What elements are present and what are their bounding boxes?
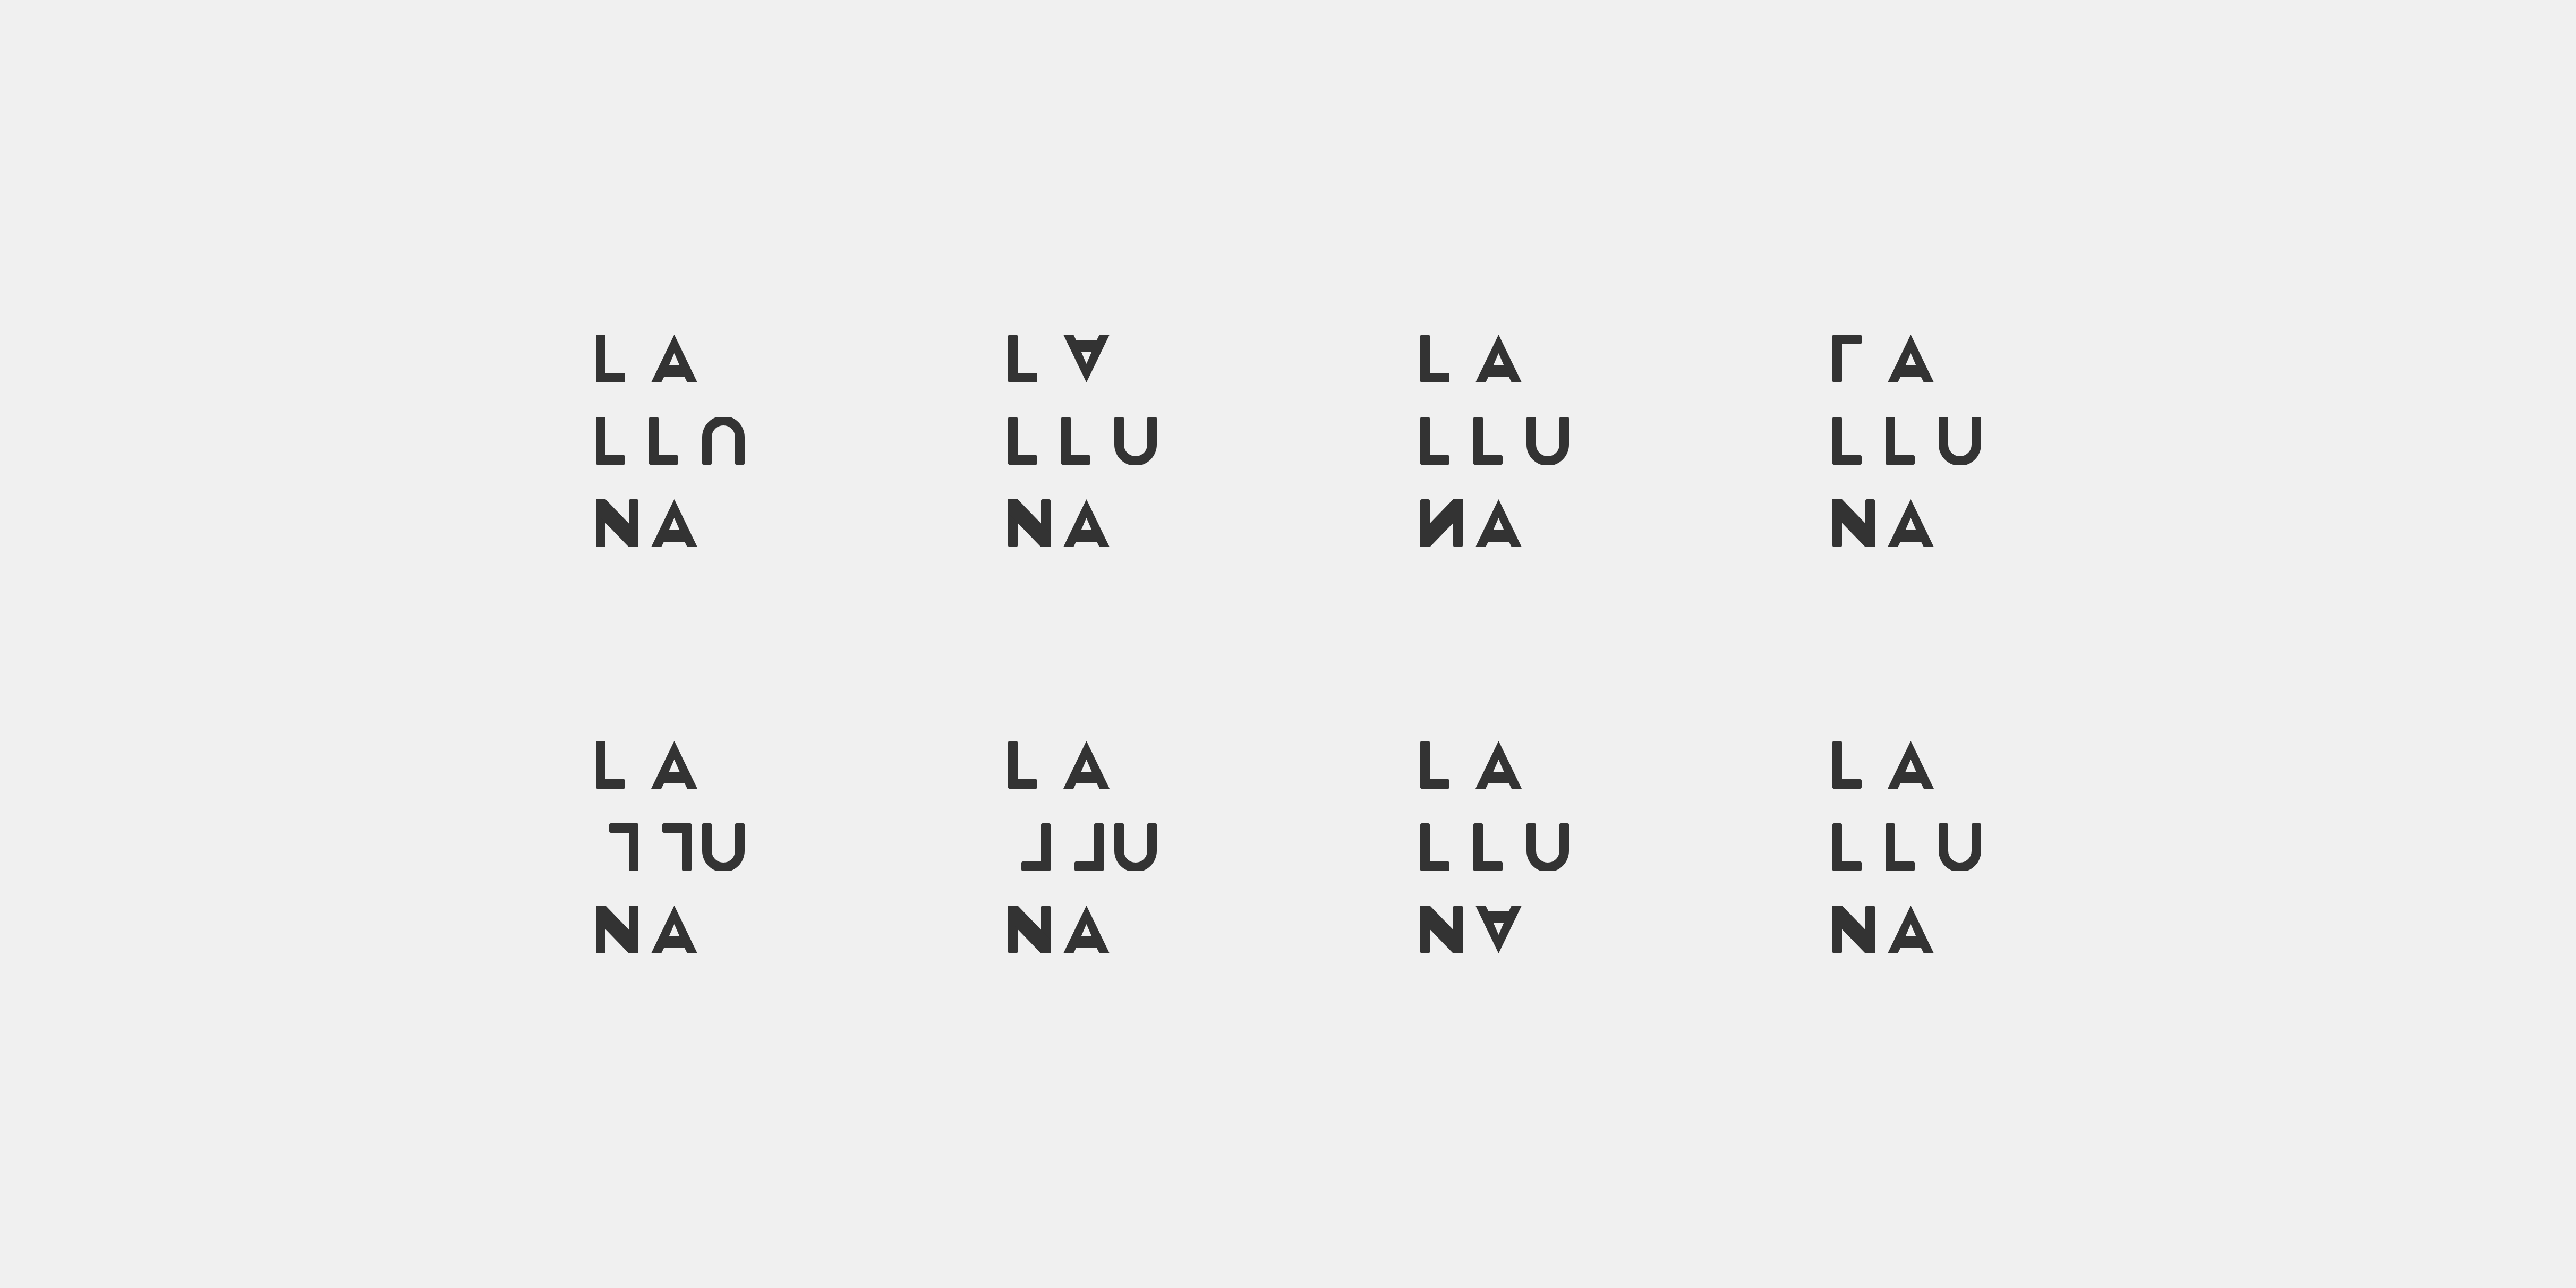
logo-letter-l: [1473, 823, 1503, 871]
logo-letter-l: [1420, 741, 1449, 789]
logo-letter-a: [1888, 499, 1934, 547]
logo-letter-l: [1886, 823, 1915, 871]
logo-letter-a: [1475, 499, 1522, 547]
logo-letter-n: [1008, 906, 1051, 953]
logo-variant-7: [1420, 741, 1569, 953]
logo-letter-l: [1832, 823, 1862, 871]
logos: [596, 335, 1981, 953]
logo-letter-a: [1063, 906, 1110, 953]
logo-variant-4: [1832, 335, 1981, 547]
logo-variant-2: [1008, 335, 1157, 547]
logo-letter-a: [1888, 906, 1934, 953]
logo-letter-a: [1063, 741, 1110, 789]
logo-letter-l: [1074, 823, 1104, 871]
logo-letter-l: [596, 417, 625, 465]
logo-letter-u: [1526, 417, 1569, 465]
logo-variant-8: [1832, 741, 1981, 953]
logo-variant-6: [1008, 741, 1157, 953]
logo-letter-l: [1061, 417, 1090, 465]
logo-letter-a: [1475, 335, 1522, 382]
logo-letter-l: [1008, 741, 1037, 789]
logo-letter-l: [649, 417, 678, 465]
logo-variant-5: [596, 741, 745, 953]
logo-letter-l: [1473, 417, 1503, 465]
logo-letter-n: [596, 499, 638, 547]
logo-letter-l: [1832, 741, 1862, 789]
logo-letter-l: [596, 335, 625, 382]
logo-letter-u: [702, 417, 745, 465]
logo-letter-u: [1526, 823, 1569, 871]
logo-letter-u: [1114, 417, 1157, 465]
logo-letter-n: [1420, 499, 1463, 547]
logo-letter-u: [1114, 823, 1157, 871]
logo-letter-l: [1420, 335, 1449, 382]
logo-letter-l: [1021, 823, 1051, 871]
logo-letter-a: [651, 335, 697, 382]
logo-letter-l: [662, 823, 692, 871]
logo-letter-l: [1420, 417, 1449, 465]
logo-variant-1: [596, 335, 745, 547]
logo-letter-n: [1832, 499, 1875, 547]
logo-letter-n: [596, 906, 638, 953]
logo-letter-a: [651, 906, 697, 953]
logo-letter-a: [651, 741, 697, 789]
logo-letter-l: [1832, 417, 1862, 465]
logo-letter-l: [1420, 823, 1449, 871]
logo-letter-u: [1939, 417, 1981, 465]
logo-letter-a: [1063, 499, 1110, 547]
logo-letter-u: [1939, 823, 1981, 871]
logo-letter-a: [1888, 741, 1934, 789]
logo-letter-l: [1008, 335, 1037, 382]
logo-letter-a: [1063, 335, 1110, 382]
logo-variant-3: [1420, 335, 1569, 547]
logo-letter-a: [1475, 906, 1522, 953]
logo-letter-l: [1832, 335, 1862, 382]
logo-letter-n: [1832, 906, 1875, 953]
logo-letter-u: [702, 823, 745, 871]
logo-variant-grid: [596, 335, 1981, 953]
logo-letter-n: [1420, 906, 1463, 953]
logo-letter-a: [1475, 741, 1522, 789]
logo-letter-l: [1008, 417, 1037, 465]
logo-letter-a: [651, 499, 697, 547]
logo-letter-a: [1888, 335, 1934, 382]
logo-letter-l: [609, 823, 638, 871]
logo-letter-l: [596, 741, 625, 789]
logo-letter-l: [1886, 417, 1915, 465]
logo-letter-n: [1008, 499, 1051, 547]
